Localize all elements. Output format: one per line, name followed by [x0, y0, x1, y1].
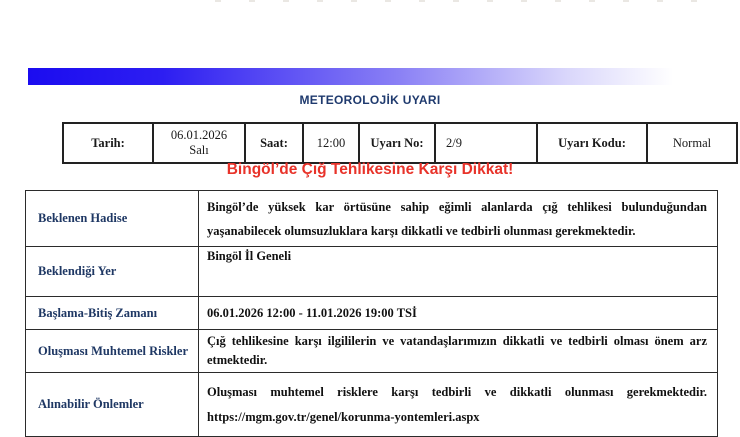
expected-event-line-2: yaşanabilecek olumsuzluklara karşı dikka… [207, 219, 707, 243]
start-end-time-content: 06.01.2026 12:00 - 11.01.2026 19:00 TSİ [199, 297, 718, 330]
expected-location-label: Beklendiği Yer [26, 247, 199, 297]
date-value-day: Salı [156, 143, 242, 158]
cropped-text-artifacts [215, 0, 725, 2]
date-label: Tarih: [63, 123, 153, 163]
warning-no-label: Uyarı No: [359, 123, 435, 163]
expected-event-label: Beklenen Hadise [26, 191, 199, 247]
warning-code-value: Normal [647, 123, 737, 163]
expected-event-content: Bingöl’de yüksek kar örtüsüne sahip eğim… [199, 191, 718, 247]
row-expected-event: Beklenen Hadise Bingöl’de yüksek kar ört… [26, 191, 718, 247]
warning-details-table: Beklenen Hadise Bingöl’de yüksek kar ört… [25, 190, 718, 437]
precautions-line-1: Oluşması muhtemel risklere karşı tedbirl… [207, 380, 707, 405]
possible-risks-label: Oluşması Muhtemel Riskler [26, 330, 199, 373]
date-value: 06.01.2026 Salı [153, 123, 245, 163]
alert-headline: Bingöl’de Çığ Tehlikesine Karşı Dikkat! [0, 161, 740, 179]
precautions-label: Alınabilir Önlemler [26, 373, 199, 437]
row-possible-risks: Oluşması Muhtemel Riskler Çığ tehlikesin… [26, 330, 718, 373]
possible-risks-line-1: Çığ tehlikesine karşı ilgililerin ve vat… [207, 332, 707, 351]
time-value: 12:00 [303, 123, 359, 163]
warning-meta-table: Tarih: 06.01.2026 Salı Saat: 12:00 Uyarı… [62, 122, 738, 164]
start-end-time-label: Başlama-Bitiş Zamanı [26, 297, 199, 330]
row-precautions: Alınabilir Önlemler Oluşması muhtemel ri… [26, 373, 718, 437]
time-label: Saat: [245, 123, 303, 163]
possible-risks-content: Çığ tehlikesine karşı ilgililerin ve vat… [199, 330, 718, 373]
expected-location-content: Bingöl İl Geneli [199, 247, 718, 297]
date-value-date: 06.01.2026 [156, 128, 242, 143]
meta-row: Tarih: 06.01.2026 Salı Saat: 12:00 Uyarı… [63, 123, 737, 163]
document-title: METEOROLOJİK UYARI [0, 93, 740, 107]
decorative-gradient-bar [28, 68, 700, 85]
expected-event-line-1: Bingöl’de yüksek kar örtüsüne sahip eğim… [207, 195, 707, 219]
row-start-end-time: Başlama-Bitiş Zamanı 06.01.2026 12:00 - … [26, 297, 718, 330]
protection-methods-link[interactable]: https://mgm.gov.tr/genel/korunma-yonteml… [207, 405, 707, 430]
warning-no-value: 2/9 [435, 123, 537, 163]
possible-risks-line-2: etmektedir. [207, 351, 707, 370]
row-expected-location: Beklendiği Yer Bingöl İl Geneli [26, 247, 718, 297]
precautions-content: Oluşması muhtemel risklere karşı tedbirl… [199, 373, 718, 437]
warning-code-label: Uyarı Kodu: [537, 123, 647, 163]
